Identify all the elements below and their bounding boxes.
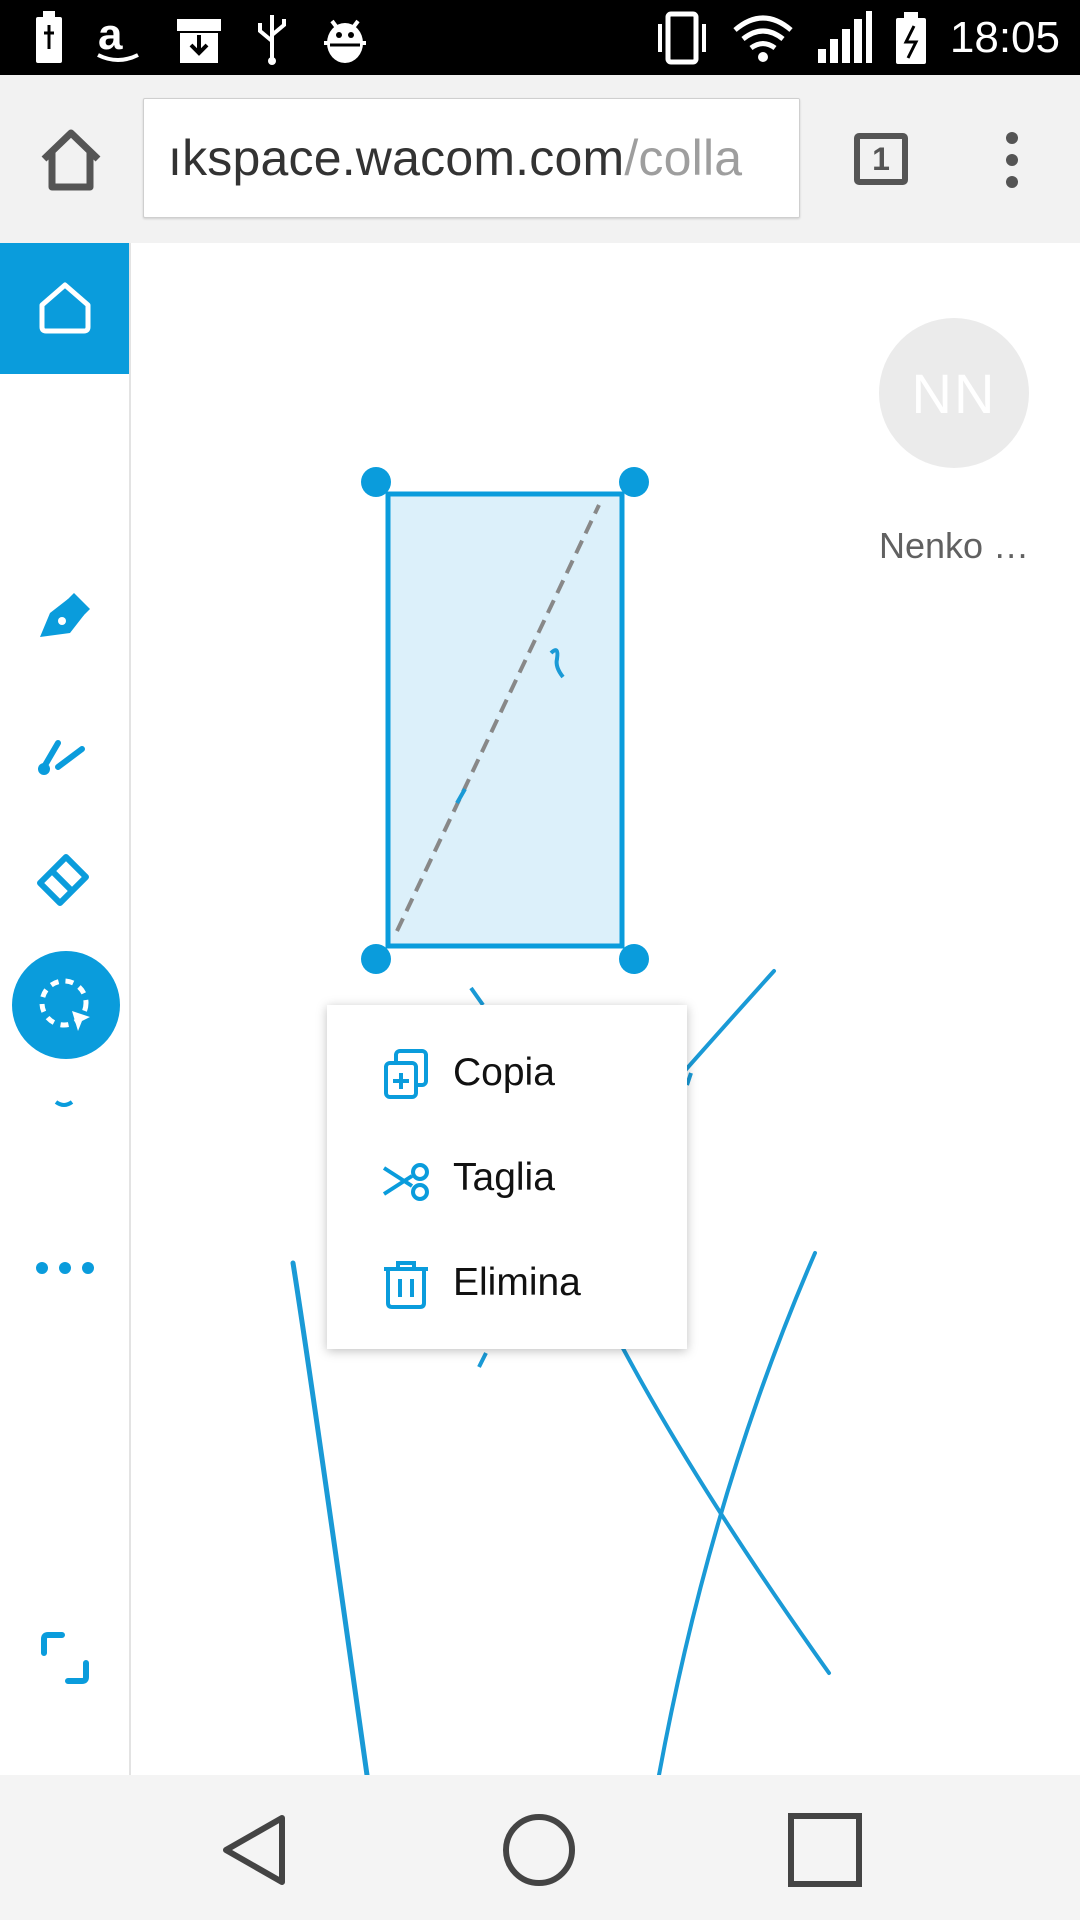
menu-item-copy[interactable]: Copia — [327, 1021, 687, 1126]
battery-charging-icon — [36, 11, 62, 63]
menu-item-label: Copia — [453, 1051, 555, 1094]
system-icons: 18:05 — [654, 0, 1060, 75]
address-bar[interactable]: ıkspace.wacom.com/colla — [143, 98, 800, 218]
system-nav-bar — [0, 1775, 1080, 1920]
avatar-initials: NN — [911, 361, 997, 425]
status-bar: a 18:05 — [0, 0, 1080, 75]
battery-icon — [895, 11, 926, 64]
menu-item-label: Taglia — [453, 1156, 555, 1199]
notification-icons: a — [34, 8, 370, 68]
brush-tool[interactable] — [30, 713, 100, 783]
browser-toolbar: ıkspace.wacom.com/colla 1 — [0, 75, 1080, 245]
tab-switcher-button[interactable]: 1 — [854, 133, 908, 185]
url-text: ıkspace.wacom.com/colla — [168, 129, 742, 187]
cut-icon — [382, 1163, 429, 1201]
menu-item-label: Elimina — [453, 1261, 581, 1304]
wifi-icon — [733, 15, 793, 62]
user-name: Nenko … — [879, 525, 1030, 566]
menu-item-cut[interactable]: Taglia — [327, 1126, 687, 1231]
more-icon — [36, 1262, 94, 1274]
usb-icon — [258, 15, 286, 65]
brush-icon — [38, 740, 85, 775]
menu-item-delete[interactable]: Elimina — [327, 1231, 687, 1336]
copy-icon — [384, 1049, 428, 1099]
signal-icon — [817, 10, 872, 63]
download-box-icon — [177, 19, 221, 63]
selection-handle-br — [619, 944, 649, 974]
selection-handle-tl — [361, 467, 391, 497]
pen-icon — [40, 593, 90, 637]
rail-divider-hint — [30, 1098, 100, 1118]
eraser-tool[interactable] — [30, 843, 100, 913]
trash-icon — [384, 1261, 428, 1309]
overflow-menu-icon[interactable] — [1000, 130, 1024, 190]
vibrate-icon — [657, 11, 706, 64]
tool-rail — [0, 243, 131, 1775]
lasso-select-icon — [39, 978, 90, 1031]
pen-tool[interactable] — [30, 583, 100, 653]
url-host: ıkspace.wacom.com — [168, 130, 625, 186]
selection-handle-tr — [619, 467, 649, 497]
recents-icon[interactable] — [785, 1810, 865, 1890]
selection-handle-bl — [361, 944, 391, 974]
amazon-icon: a — [97, 11, 139, 62]
clock: 18:05 — [949, 12, 1060, 62]
back-icon[interactable] — [216, 1810, 296, 1890]
avatar[interactable]: NN — [879, 318, 1029, 468]
fullscreen-button[interactable] — [30, 1623, 100, 1693]
fullscreen-icon — [41, 1632, 89, 1684]
android-debug-icon — [324, 19, 366, 63]
url-path: /colla — [624, 130, 743, 186]
home-circle-icon[interactable] — [499, 1810, 579, 1890]
svg-text:a: a — [98, 11, 123, 59]
home-button[interactable] — [0, 243, 129, 374]
selection-context-menu: Copia Taglia Elimina — [327, 1005, 687, 1349]
home-icon — [39, 282, 91, 334]
tab-count: 1 — [872, 140, 890, 177]
selection-box — [385, 491, 625, 949]
eraser-icon — [37, 854, 89, 906]
more-tools-button[interactable] — [30, 1233, 100, 1303]
lasso-select-tool[interactable] — [12, 951, 120, 1059]
browser-home-icon[interactable] — [36, 125, 106, 195]
